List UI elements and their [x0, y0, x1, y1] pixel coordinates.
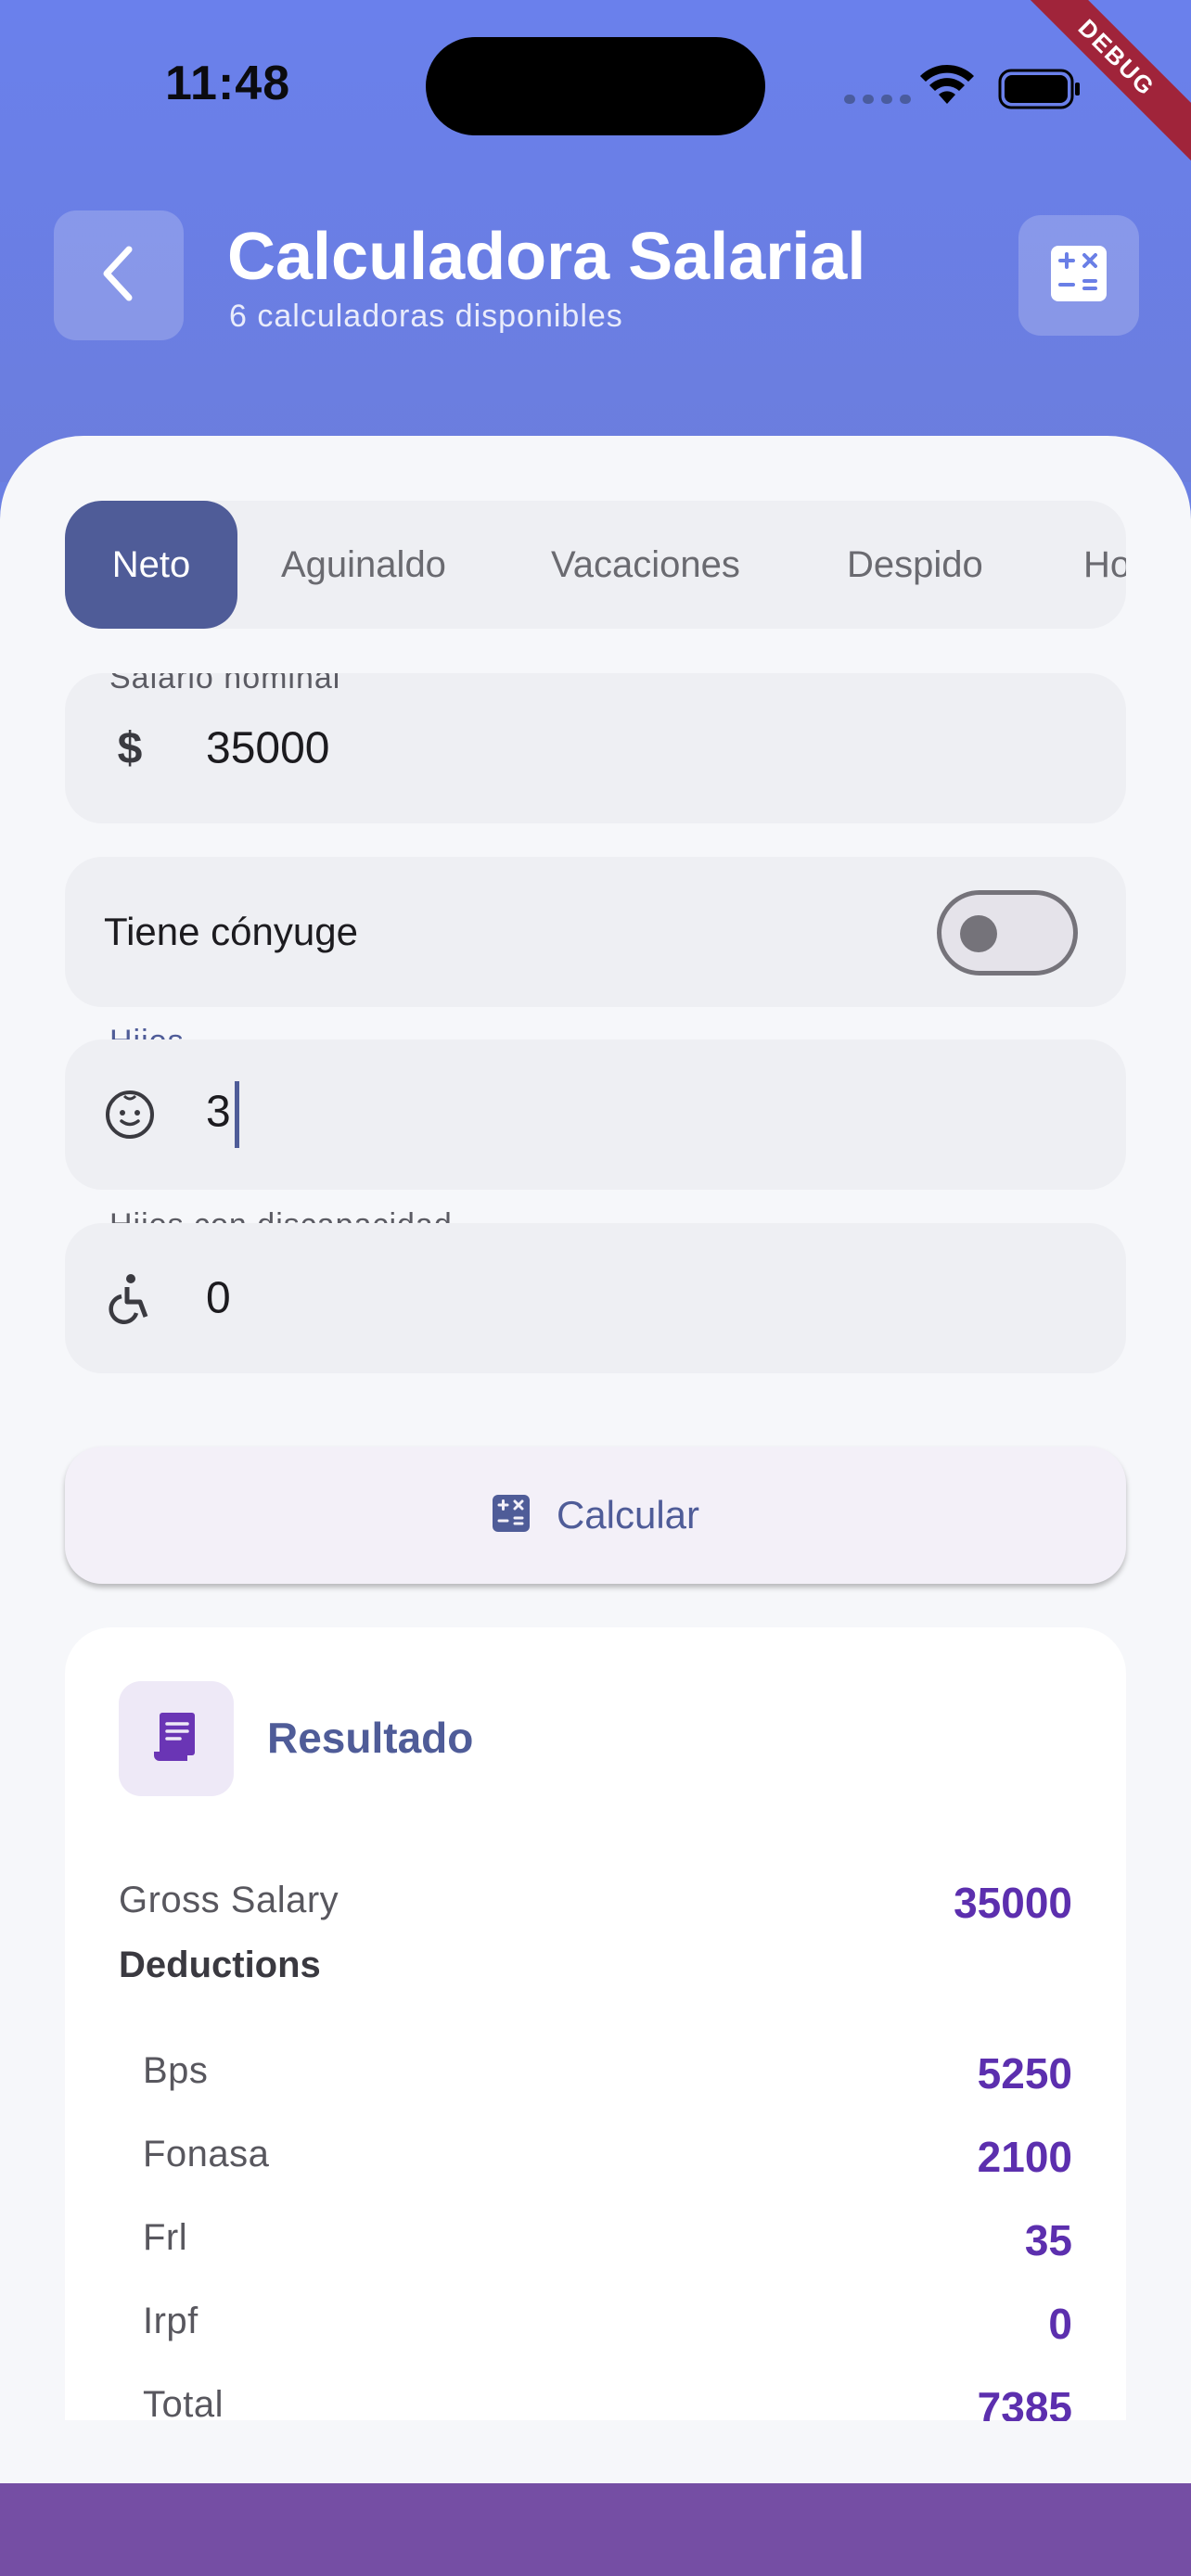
spouse-label: Tiene cónyuge	[104, 910, 358, 953]
deduction-row-irpf: Irpf 0	[65, 2300, 1126, 2356]
result-title: Resultado	[267, 1714, 474, 1762]
salary-value: 35000	[206, 723, 330, 773]
gross-salary-row: Gross Salary 35000	[65, 1879, 1126, 1935]
page-subtitle: 6 calculadoras disponibles	[229, 299, 623, 334]
calculate-button[interactable]: Calcular	[65, 1447, 1126, 1584]
status-bar: 11:48 DEBUG	[0, 0, 1191, 177]
deduction-row-frl: Frl 35	[65, 2216, 1126, 2273]
tab-neto[interactable]: Neto	[65, 501, 237, 629]
child-face-icon	[102, 1087, 158, 1142]
result-icon-container	[119, 1681, 234, 1796]
dollar-icon: $	[117, 723, 143, 773]
tab-aguinaldo[interactable]: Aguinaldo	[281, 501, 446, 629]
calculator-tabs: Neto Aguinaldo Vacaciones Despido Ho	[65, 501, 1126, 629]
result-card: Resultado Gross Salary 35000 Deductions …	[65, 1627, 1126, 2421]
salary-label: Salario nominal	[109, 673, 341, 695]
children-field[interactable]: 3	[65, 1039, 1126, 1190]
children-value: 3	[206, 1081, 239, 1148]
deduction-row-bps: Bps 5250	[65, 2049, 1126, 2106]
disabled-children-value: 0	[206, 1273, 231, 1323]
page-title: Calculadora Salarial	[227, 220, 866, 294]
tab-vacaciones[interactable]: Vacaciones	[551, 501, 740, 629]
deduction-label: Irpf	[143, 2301, 198, 2341]
accessible-icon	[102, 1270, 158, 1326]
calculate-label: Calcular	[556, 1493, 700, 1537]
battery-icon	[998, 69, 1082, 114]
deduction-label: Total	[143, 2384, 224, 2421]
bottom-navigation-bar	[0, 2483, 1191, 2576]
deduction-label: Fonasa	[143, 2134, 270, 2174]
status-time: 11:48	[165, 57, 291, 110]
deduction-value: 2100	[977, 2133, 1072, 2181]
deduction-row-total: Total 7385	[65, 2384, 1126, 2421]
disabled-children-field[interactable]: 0	[65, 1223, 1126, 1373]
cellular-signal-icon	[844, 95, 911, 104]
spouse-toggle-row[interactable]: Tiene cónyuge	[65, 857, 1126, 1007]
tab-horas[interactable]: Ho	[1083, 501, 1126, 629]
dynamic-island	[426, 37, 765, 135]
deduction-row-fonasa: Fonasa 2100	[65, 2133, 1126, 2189]
deduction-label: Frl	[143, 2217, 188, 2258]
deduction-value: 0	[1048, 2300, 1072, 2348]
chevron-left-icon	[96, 244, 142, 308]
deduction-value: 35	[1024, 2216, 1072, 2264]
spouse-switch[interactable]	[937, 890, 1078, 976]
wifi-icon	[918, 63, 976, 110]
gross-salary-label: Gross Salary	[119, 1880, 339, 1920]
deductions-heading: Deductions	[119, 1945, 321, 1985]
deduction-value: 7385	[977, 2384, 1072, 2421]
calculator-icon	[492, 1494, 531, 1537]
deduction-label: Bps	[143, 2050, 209, 2091]
tab-despido[interactable]: Despido	[847, 501, 983, 629]
gross-salary-value: 35000	[954, 1879, 1072, 1927]
back-button[interactable]	[54, 210, 184, 340]
receipt-icon	[150, 1709, 202, 1769]
switch-knob	[960, 915, 997, 952]
deduction-value: 5250	[977, 2049, 1072, 2098]
text-cursor	[234, 1081, 239, 1148]
calculator-icon	[1049, 244, 1108, 308]
calculators-button[interactable]	[1018, 215, 1139, 336]
salary-field[interactable]: Salario nominal $ 35000	[65, 673, 1126, 823]
